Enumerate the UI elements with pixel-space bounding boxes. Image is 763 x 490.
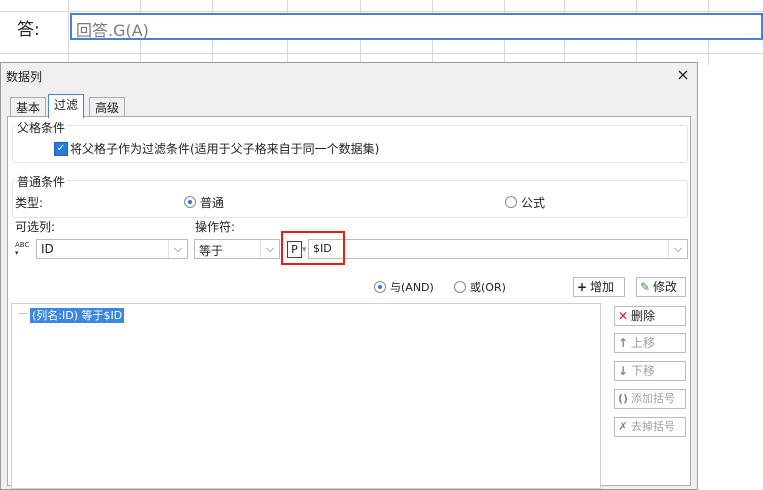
- normal-condition-group: [12, 180, 688, 218]
- normal-condition-label: 普通条件: [15, 173, 68, 190]
- move-up-button[interactable]: ↑ 上移: [614, 333, 686, 353]
- close-icon[interactable]: ×: [673, 65, 693, 85]
- add-button-label: 增加: [590, 280, 615, 294]
- add-bracket-button-label: 添加括号: [631, 392, 675, 405]
- parent-filter-checkbox-label: 将父格子作为过滤条件(适用于父子格来自于同一个数据集): [70, 142, 380, 156]
- edit-button-label: 修改: [653, 280, 678, 294]
- chevron-down-icon[interactable]: ⌵: [260, 240, 279, 258]
- arrow-up-icon: ↑: [617, 336, 629, 350]
- list-item[interactable]: (列名:ID) 等于$ID: [30, 308, 125, 323]
- operator-select[interactable]: 等于 ⌵: [194, 239, 280, 259]
- radio-and[interactable]: [374, 281, 386, 293]
- plus-icon: +: [576, 280, 588, 294]
- radio-normal-label: 普通: [200, 196, 225, 210]
- edit-icon: ✎: [639, 280, 651, 294]
- formula-cell[interactable]: 回答.G(A): [70, 13, 763, 40]
- type-label: 类型:: [15, 196, 44, 210]
- operator-select-value: 等于: [199, 244, 224, 258]
- delete-icon: ✕: [617, 309, 629, 323]
- tree-line: —: [18, 308, 28, 319]
- highlight-box: [281, 231, 345, 265]
- radio-and-label: 与(AND): [390, 281, 434, 294]
- column-select[interactable]: ID ⌵: [36, 239, 188, 259]
- column-label: 可选列:: [15, 220, 56, 234]
- grid-line: [0, 11, 763, 12]
- chevron-down-icon[interactable]: ⌵: [168, 240, 187, 258]
- parent-filter-checkbox[interactable]: ✓: [54, 142, 68, 156]
- data-column-dialog: 数据列 × 基本 过滤 高级 父格条件 ✓ 将父格子作为过滤条件(适用于父子格来…: [0, 62, 698, 490]
- radio-or[interactable]: [454, 281, 466, 293]
- dialog-title: 数据列: [6, 70, 43, 84]
- delete-button-label: 删除: [631, 309, 656, 323]
- move-down-button[interactable]: ↓ 下移: [614, 361, 686, 381]
- tab-advanced[interactable]: 高级: [89, 97, 126, 117]
- radio-formula[interactable]: [505, 196, 517, 208]
- move-up-button-label: 上移: [631, 336, 656, 350]
- value-select[interactable]: $ID ⌵: [308, 239, 688, 259]
- operator-label: 操作符:: [195, 220, 236, 234]
- condition-list[interactable]: — (列名:ID) 等于$ID: [11, 303, 601, 489]
- radio-or-label: 或(OR): [470, 281, 506, 294]
- tab-basic[interactable]: 基本: [10, 97, 47, 117]
- add-condition-button[interactable]: + 增加: [573, 277, 625, 297]
- column-select-value: ID: [41, 242, 54, 256]
- arrow-down-icon: ↓: [617, 364, 629, 378]
- column-type-icon[interactable]: ABC ▾: [15, 241, 35, 259]
- answer-label: 答:: [17, 20, 40, 40]
- tab-filter[interactable]: 过滤: [48, 94, 85, 118]
- bracket-icon: (): [617, 392, 629, 405]
- delete-button[interactable]: ✕ 删除: [614, 306, 686, 326]
- chevron-down-icon[interactable]: ⌵: [668, 240, 687, 258]
- parent-condition-label: 父格条件: [15, 119, 68, 136]
- spreadsheet-background: 答: 回答.G(A): [0, 0, 763, 65]
- remove-bracket-button[interactable]: ✗ 去掉括号: [614, 417, 686, 437]
- formula-text: 回答.G(A): [76, 21, 149, 40]
- remove-bracket-icon: ✗: [618, 420, 628, 433]
- radio-normal[interactable]: [184, 196, 196, 208]
- add-bracket-button[interactable]: () 添加括号: [614, 389, 686, 409]
- move-down-button-label: 下移: [631, 364, 656, 378]
- edit-condition-button[interactable]: ✎ 修改: [636, 277, 686, 297]
- grid-line: [0, 53, 763, 54]
- remove-bracket-button-label: 去掉括号: [631, 420, 675, 433]
- grid-line: [68, 0, 69, 65]
- radio-formula-label: 公式: [521, 196, 546, 210]
